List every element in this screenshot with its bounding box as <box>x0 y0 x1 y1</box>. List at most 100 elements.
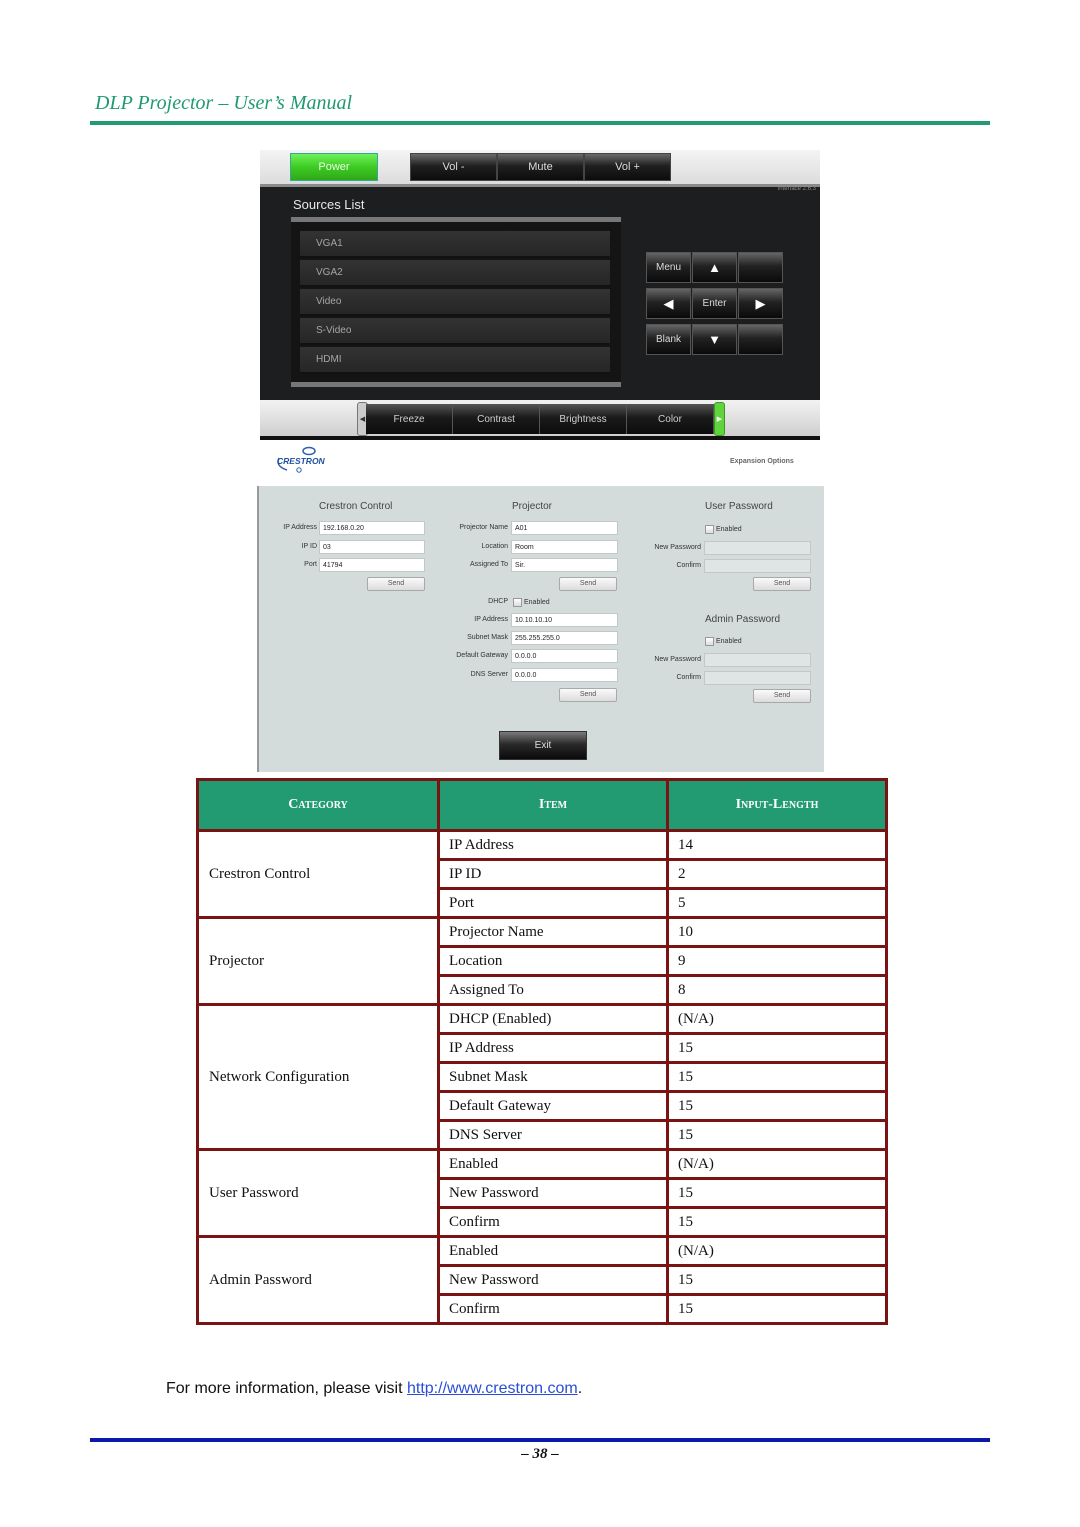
admin-confirm-label: Confirm <box>676 674 701 681</box>
assigned-to-input[interactable]: Sir. <box>511 558 618 572</box>
admin-new-password-input[interactable] <box>704 653 811 667</box>
item-cell: IP Address <box>437 829 669 861</box>
menu-button[interactable]: Menu <box>646 252 691 283</box>
blank-button[interactable]: Blank <box>646 324 691 355</box>
dhcp-label: DHCP <box>488 598 508 605</box>
left-button[interactable]: ◀ <box>646 288 691 319</box>
item-cell: New Password <box>437 1177 669 1209</box>
up-button[interactable]: ▲ <box>692 252 737 283</box>
more-info-prefix: For more information, please visit <box>166 1380 407 1397</box>
projector-send-button[interactable]: Send <box>559 577 617 591</box>
down-button[interactable]: ▼ <box>692 324 737 355</box>
footer-rule <box>90 1438 990 1442</box>
input-length-cell: (N/A) <box>666 1148 888 1180</box>
source-item-vga1[interactable]: VGA1 <box>300 231 610 258</box>
crestron-ip-address-input[interactable]: 192.168.0.20 <box>319 521 425 535</box>
admin-new-password-label: New Password <box>654 656 701 663</box>
input-length-cell: (N/A) <box>666 1003 888 1035</box>
blank-nav-slot <box>738 252 783 283</box>
item-cell: Assigned To <box>437 974 669 1006</box>
user-confirm-input[interactable] <box>704 559 811 573</box>
category-cell: User Password <box>196 1148 440 1238</box>
projector-name-input[interactable]: A01 <box>511 521 618 535</box>
default-gateway-label: Default Gateway <box>456 652 508 659</box>
table-row: Admin Password Enabled (N/A) <box>196 1235 888 1325</box>
user-password-enabled-label: Enabled <box>716 526 742 533</box>
sources-list: VGA1 VGA2 Video S-Video HDMI <box>291 217 621 387</box>
category-cell: Network Configuration <box>196 1003 440 1151</box>
input-length-cell: 10 <box>666 916 888 948</box>
item-cell: Confirm <box>437 1206 669 1238</box>
column-header-item: Item <box>437 778 669 832</box>
chevron-right-icon: ▶ <box>716 415 723 423</box>
source-item-video[interactable]: Video <box>300 289 610 316</box>
crestron-control-title: Crestron Control <box>319 501 393 512</box>
mute-button[interactable]: Mute <box>497 153 584 181</box>
default-gateway-input[interactable]: 0.0.0.0 <box>511 649 618 663</box>
volume-up-button[interactable]: Vol + <box>584 153 671 181</box>
subnet-mask-input[interactable]: 255.255.255.0 <box>511 631 618 645</box>
dhcp-checkbox[interactable] <box>513 598 522 607</box>
input-length-cell: 15 <box>666 1293 888 1325</box>
item-cell: Enabled <box>437 1148 669 1180</box>
user-password-enabled-checkbox[interactable] <box>705 525 714 534</box>
crestron-website-link[interactable]: http://www.crestron.com <box>407 1380 578 1397</box>
power-button[interactable]: Power <box>290 153 378 181</box>
network-ip-address-input[interactable]: 10.10.10.10 <box>511 613 618 627</box>
projector-name-label: Projector Name <box>459 524 508 531</box>
table-row: Projector Projector Name 10 <box>196 916 888 1006</box>
admin-password-send-button[interactable]: Send <box>753 689 811 703</box>
table-row: Crestron Control IP Address 14 <box>196 829 888 919</box>
interface-version: Interface 2.6.3 <box>777 186 816 192</box>
ip-address-label: IP Address <box>283 524 317 531</box>
crestron-send-button[interactable]: Send <box>367 577 425 591</box>
crestron-ip-id-input[interactable]: 03 <box>319 540 425 554</box>
input-length-cell: 8 <box>666 974 888 1006</box>
item-cell: Location <box>437 945 669 977</box>
brightness-button[interactable]: Brightness <box>540 404 627 434</box>
source-item-vga2[interactable]: VGA2 <box>300 260 610 287</box>
source-item-hdmi[interactable]: HDMI <box>300 347 610 374</box>
document-title: DLP Projector – User’s Manual <box>95 92 353 114</box>
color-button[interactable]: Color <box>627 404 714 434</box>
item-cell: Projector Name <box>437 916 669 948</box>
more-info-suffix: . <box>577 1380 583 1397</box>
item-cell: Subnet Mask <box>437 1061 669 1093</box>
crestron-control-panel: Power Vol - Mute Vol + Interface 2.6.3 S… <box>260 150 820 440</box>
expansion-options-link[interactable]: Expansion Options <box>730 458 794 465</box>
item-cell: IP ID <box>437 858 669 890</box>
dns-server-input[interactable]: 0.0.0.0 <box>511 668 618 682</box>
admin-password-title: Admin Password <box>705 614 781 625</box>
crestron-port-input[interactable]: 41794 <box>319 558 425 572</box>
arrow-right-icon: ▶ <box>755 295 766 311</box>
network-send-button[interactable]: Send <box>559 688 617 702</box>
item-cell: New Password <box>437 1264 669 1296</box>
item-cell: IP Address <box>437 1032 669 1064</box>
item-cell: Enabled <box>437 1235 669 1267</box>
crestron-logo-text: CRESTRON <box>277 456 326 466</box>
enter-button[interactable]: Enter <box>692 288 737 319</box>
user-password-send-button[interactable]: Send <box>753 577 811 591</box>
admin-confirm-input[interactable] <box>704 671 811 685</box>
item-cell: Confirm <box>437 1293 669 1325</box>
input-length-cell: 9 <box>666 945 888 977</box>
exit-button[interactable]: Exit <box>499 731 587 760</box>
user-password-title: User Password <box>705 501 773 512</box>
header-rule <box>90 121 990 125</box>
sources-list-title: Sources List <box>293 197 365 212</box>
right-button[interactable]: ▶ <box>738 288 783 319</box>
admin-password-enabled-checkbox[interactable] <box>705 637 714 646</box>
location-input[interactable]: Room <box>511 540 618 554</box>
dns-server-label: DNS Server <box>470 671 508 678</box>
blank-nav-slot <box>738 324 783 355</box>
page-number: – 38 – <box>521 1446 559 1462</box>
arrow-down-icon: ▼ <box>708 332 721 347</box>
scroll-right-button[interactable]: ▶ <box>714 402 725 436</box>
user-new-password-input[interactable] <box>704 541 811 555</box>
user-confirm-label: Confirm <box>676 562 701 569</box>
crestron-logo: CRESTRON <box>271 446 341 474</box>
freeze-button[interactable]: Freeze <box>366 404 453 434</box>
contrast-button[interactable]: Contrast <box>453 404 540 434</box>
volume-down-button[interactable]: Vol - <box>410 153 497 181</box>
source-item-s-video[interactable]: S-Video <box>300 318 610 345</box>
